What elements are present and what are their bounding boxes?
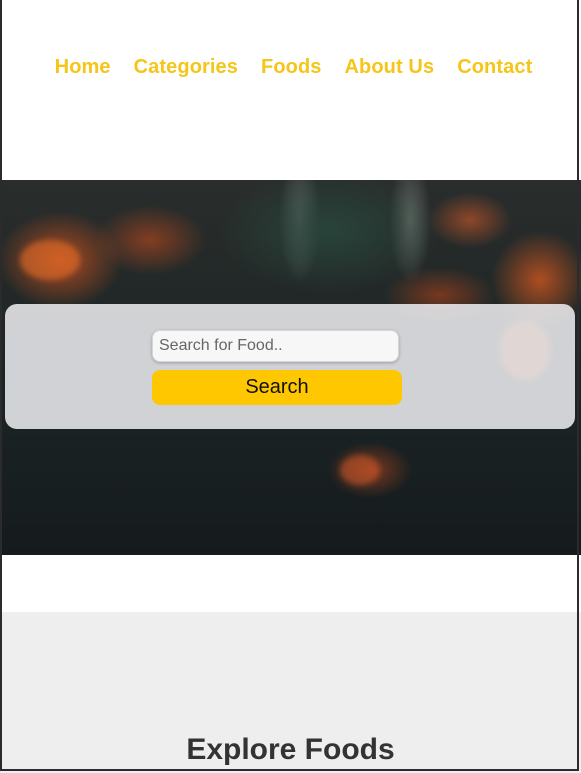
nav-link-foods[interactable]: Foods	[261, 54, 322, 80]
nav-link-home[interactable]: Home	[55, 54, 111, 80]
explore-foods-section: Explore Foods	[0, 612, 581, 773]
ember-glow	[20, 240, 80, 280]
nav-link-about-us[interactable]: About Us	[345, 54, 435, 80]
search-button[interactable]: Search	[152, 370, 402, 405]
ember-glow	[340, 455, 380, 485]
nav-link-categories[interactable]: Categories	[134, 54, 238, 80]
nav-link-contact[interactable]: Contact	[457, 54, 532, 80]
food-search-input[interactable]	[152, 330, 399, 362]
navbar: Home Categories Foods About Us Contact	[0, 0, 581, 180]
food-search-panel	[5, 304, 575, 429]
main-menu: Home Categories Foods About Us Contact	[0, 54, 581, 80]
section-title: Explore Foods	[186, 733, 395, 766]
